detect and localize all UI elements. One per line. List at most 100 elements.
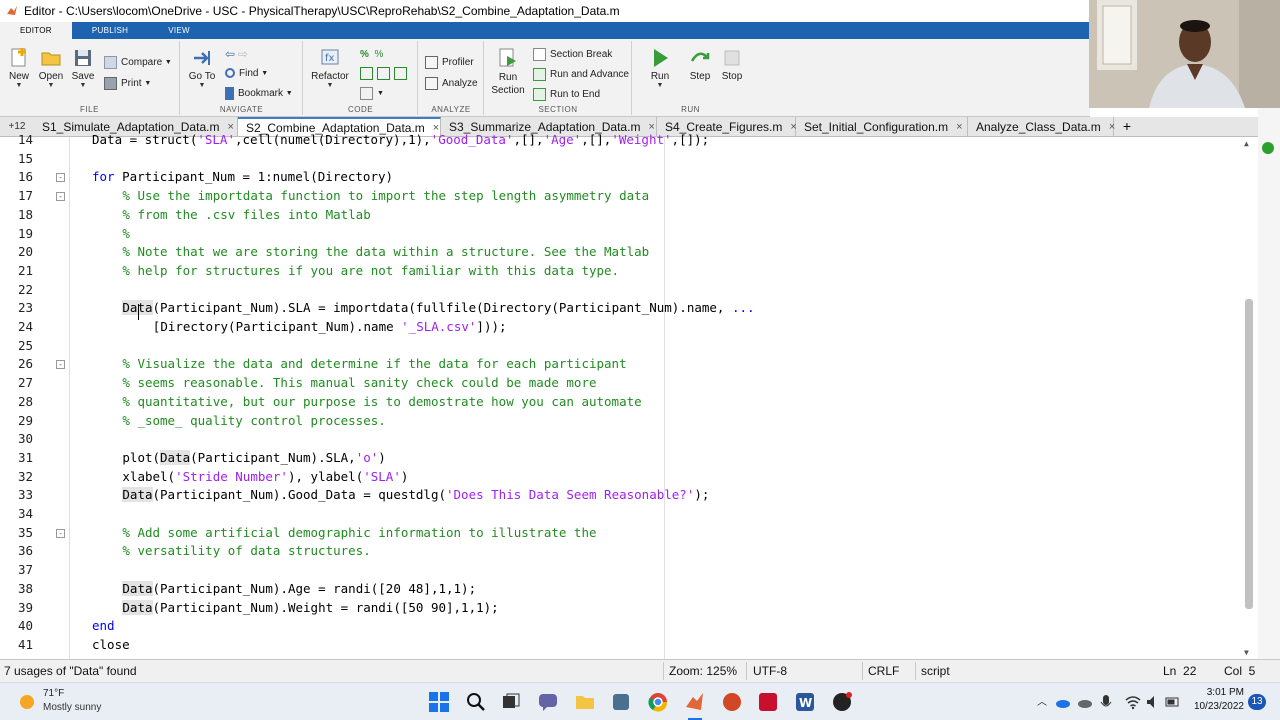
compare-icon: [104, 55, 117, 69]
code-line[interactable]: % help for structures if you are not fam…: [122, 263, 619, 278]
scroll-up-arrow-icon[interactable]: ▲: [1244, 139, 1249, 148]
file-explorer-icon[interactable]: [574, 691, 596, 713]
run-and-advance-button[interactable]: Run and Advance: [533, 65, 629, 83]
word-icon[interactable]: W: [794, 691, 816, 713]
code-line[interactable]: % from the .csv files into Matlab: [122, 207, 370, 222]
zoom-level[interactable]: Zoom: 125%: [669, 664, 737, 678]
file-type[interactable]: script: [921, 664, 950, 678]
fold-toggle-icon[interactable]: -: [56, 360, 65, 370]
print-button[interactable]: Print ▼: [104, 74, 151, 92]
column-indicator[interactable]: Col 5: [1224, 664, 1255, 678]
add-tab-button[interactable]: +: [1114, 117, 1140, 136]
code-line[interactable]: % Use the importdata function to import …: [122, 188, 649, 203]
powerpoint-icon[interactable]: [721, 691, 743, 713]
save-button[interactable]: Save ▼: [66, 45, 100, 89]
comment-buttons[interactable]: % %: [360, 45, 383, 63]
chevron-down-icon: ▼: [656, 82, 664, 89]
doc-tab-analyze-class[interactable]: Analyze_Class_Data.m ×: [968, 117, 1115, 136]
code-line[interactable]: close: [92, 637, 130, 652]
task-view-icon[interactable]: [500, 691, 522, 713]
run-button[interactable]: Run ▼: [643, 45, 677, 89]
fx-button[interactable]: ▼: [360, 84, 384, 102]
code-line[interactable]: [Directory(Participant_Num).name '_SLA.c…: [153, 319, 507, 334]
doc-tab-set-initial[interactable]: Set_Initial_Configuration.m ×: [796, 117, 968, 136]
status-message: 7 usages of "Data" found: [4, 664, 137, 678]
code-line[interactable]: % _some_ quality control processes.: [122, 413, 385, 428]
fold-toggle-icon[interactable]: -: [56, 528, 65, 538]
code-line[interactable]: for Participant_Num = 1:numel(Directory): [92, 169, 393, 184]
scrollbar-thumb[interactable]: [1245, 299, 1253, 609]
wifi-icon[interactable]: [1125, 691, 1141, 713]
onedrive-cloud-icon[interactable]: [1055, 691, 1071, 713]
navigate-group-label: NAVIGATE: [219, 105, 264, 114]
weather-sun-icon[interactable]: [16, 691, 38, 713]
line-number-indicator[interactable]: Ln 22: [1163, 664, 1196, 678]
obs-icon[interactable]: [831, 691, 853, 713]
profiler-icon: [425, 55, 438, 69]
search-icon[interactable]: [465, 691, 487, 713]
scroll-down-arrow-icon[interactable]: ▼: [1244, 648, 1249, 657]
microphone-icon[interactable]: [1099, 691, 1113, 713]
code-line[interactable]: % seems reasonable. This manual sanity c…: [122, 375, 596, 390]
tab-publish[interactable]: PUBLISH: [72, 22, 148, 39]
code-line[interactable]: %: [122, 226, 130, 241]
vertical-scrollbar[interactable]: ▲ ▼: [1243, 137, 1255, 659]
code-line[interactable]: plot(Data(Participant_Num).SLA,'o'): [122, 449, 386, 465]
find-button[interactable]: Find ▼: [225, 64, 268, 82]
tray-chevron-up-icon[interactable]: ︿: [1037, 693, 1047, 708]
code-analyzer-ok-icon[interactable]: [1262, 142, 1274, 154]
close-icon[interactable]: ×: [648, 121, 654, 133]
code-line[interactable]: % Visualize the data and determine if th…: [122, 356, 626, 371]
open-button[interactable]: Open ▼: [34, 45, 68, 89]
back-forward-buttons[interactable]: ⇦ ⇨: [225, 45, 248, 63]
goto-button[interactable]: Go To ▼: [185, 45, 219, 89]
refactor-button[interactable]: fx Refactor ▼: [310, 45, 350, 89]
code-line[interactable]: Data = struct('SLA',cell(numel(Directory…: [92, 132, 709, 147]
onedrive-personal-icon[interactable]: [1077, 691, 1093, 713]
code-line[interactable]: Data(Participant_Num).SLA = importdata(f…: [122, 300, 755, 316]
code-line[interactable]: % Add some artificial demographic inform…: [122, 525, 596, 540]
clock-time[interactable]: 3:01 PM: [1188, 687, 1244, 698]
tab-editor[interactable]: EDITOR: [0, 22, 72, 39]
bookmark-button[interactable]: Bookmark ▼: [225, 84, 293, 102]
chrome-icon[interactable]: [647, 691, 669, 713]
analyze-button[interactable]: Analyze: [425, 74, 478, 92]
profiler-button[interactable]: Profiler: [425, 53, 474, 71]
code-line[interactable]: Data(Participant_Num).Good_Data = questd…: [122, 487, 709, 503]
run-to-end-button[interactable]: Run to End: [533, 85, 600, 103]
snipping-tool-icon[interactable]: [610, 691, 632, 713]
close-icon[interactable]: ×: [227, 121, 233, 133]
fold-toggle-icon[interactable]: -: [56, 192, 65, 202]
battery-icon[interactable]: [1165, 691, 1181, 713]
tab-view[interactable]: VIEW: [148, 22, 210, 39]
code-line[interactable]: Data(Participant_Num).Weight = randi([50…: [122, 599, 499, 615]
compare-button[interactable]: Compare ▼: [104, 53, 172, 71]
step-button[interactable]: Step: [683, 45, 717, 82]
code-line[interactable]: % versatility of data structures.: [122, 543, 370, 558]
acrobat-icon[interactable]: [757, 691, 779, 713]
notification-badge[interactable]: 13: [1248, 694, 1266, 710]
section-break-button[interactable]: Section Break: [533, 45, 612, 63]
run-section-button[interactable]: Run Section: [489, 45, 527, 97]
close-icon[interactable]: ×: [956, 121, 962, 133]
indent-buttons[interactable]: [360, 64, 411, 82]
stop-button[interactable]: Stop: [715, 45, 749, 82]
matlab-taskbar-icon[interactable]: [684, 691, 706, 713]
line-ending[interactable]: CRLF: [868, 664, 899, 678]
code-line[interactable]: end: [92, 618, 115, 633]
encoding[interactable]: UTF-8: [753, 664, 787, 678]
weather-temp[interactable]: 71°F: [43, 688, 64, 699]
chat-icon[interactable]: [537, 691, 559, 713]
line-number: 20: [17, 244, 33, 260]
code-line[interactable]: Data(Participant_Num).Age = randi([20 48…: [122, 580, 476, 596]
new-button[interactable]: New ▼: [2, 45, 36, 89]
code-editor[interactable]: 14 15 16 - 17 - 18 19 20 21 22 23 24 25 26 - 27 28 29 30 31 3…: [0, 132, 1258, 659]
fold-toggle-icon[interactable]: -: [56, 173, 65, 183]
code-line[interactable]: xlabel('Stride Number'), ylabel('SLA'): [122, 469, 408, 484]
weather-desc[interactable]: Mostly sunny: [43, 702, 101, 713]
clock-date[interactable]: 10/23/2022: [1188, 701, 1244, 712]
code-line[interactable]: % quantitative, but our purpose is to de…: [122, 394, 641, 409]
code-line[interactable]: % Note that we are storing the data with…: [122, 244, 649, 259]
windows-start-icon[interactable]: [428, 691, 450, 713]
volume-icon[interactable]: [1145, 691, 1161, 713]
